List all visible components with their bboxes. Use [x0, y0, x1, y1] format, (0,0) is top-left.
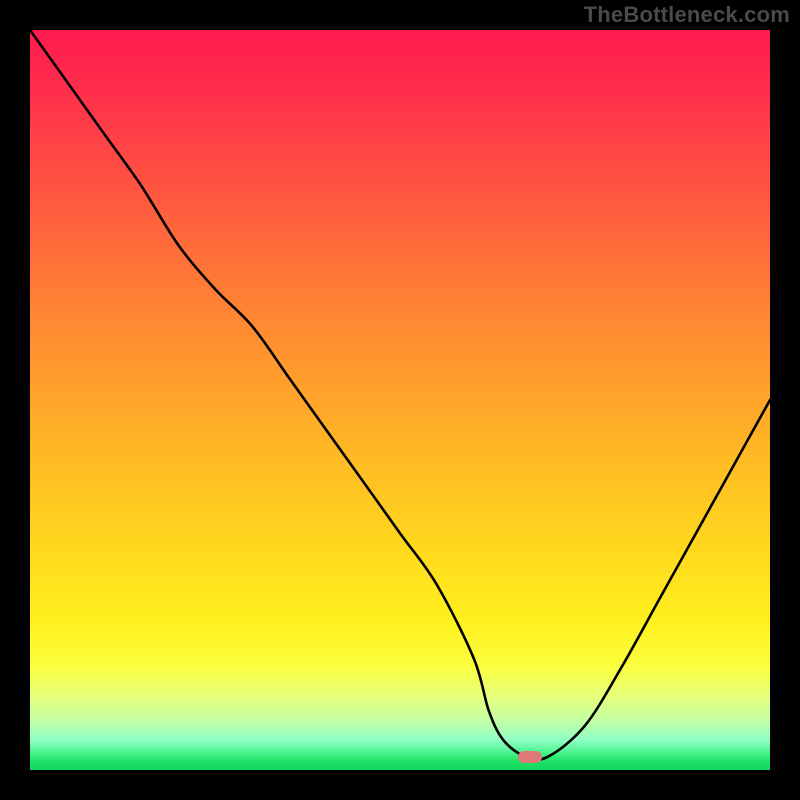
bottleneck-marker [518, 751, 542, 763]
plot-area [30, 30, 770, 770]
frame: TheBottleneck.com [0, 0, 800, 800]
watermark-text: TheBottleneck.com [584, 2, 790, 28]
bottleneck-curve [30, 30, 770, 770]
